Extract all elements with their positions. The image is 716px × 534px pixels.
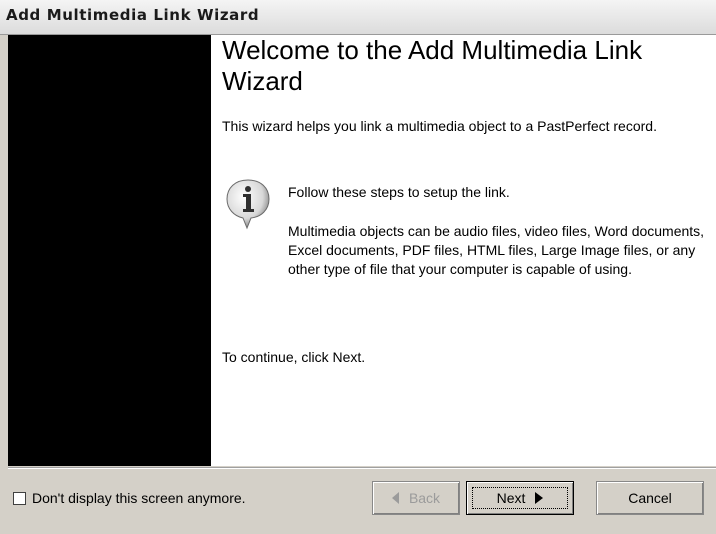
- next-button[interactable]: Next: [466, 481, 574, 515]
- information-icon: [225, 178, 271, 230]
- side-panel: [8, 35, 211, 466]
- dont-display-label[interactable]: Don't display this screen anymore.: [32, 490, 246, 506]
- details-text: Multimedia objects can be audio files, v…: [288, 223, 705, 277]
- dont-display-checkbox-row[interactable]: Don't display this screen anymore.: [13, 490, 246, 506]
- intro-text: This wizard helps you link a multimedia …: [222, 118, 657, 134]
- footer-divider: [8, 467, 716, 469]
- title-bar[interactable]: Add Multimedia Link Wizard: [0, 0, 716, 35]
- steps-text: Follow these steps to setup the link.: [288, 184, 510, 200]
- page-title: Welcome to the Add Multimedia Link Wizar…: [222, 35, 643, 96]
- wizard-window: Add Multimedia Link Wizard Welcome to th…: [0, 0, 716, 534]
- dont-display-checkbox[interactable]: [13, 491, 26, 505]
- arrow-left-icon: [391, 492, 399, 504]
- continue-text: To continue, click Next.: [222, 349, 366, 365]
- cancel-button[interactable]: Cancel: [596, 481, 704, 515]
- window-title: Add Multimedia Link Wizard: [6, 6, 260, 24]
- back-button-label: Back: [408, 490, 441, 506]
- focus-rect: [472, 487, 568, 509]
- cancel-button-label: Cancel: [628, 490, 672, 506]
- back-button[interactable]: Back: [372, 481, 460, 515]
